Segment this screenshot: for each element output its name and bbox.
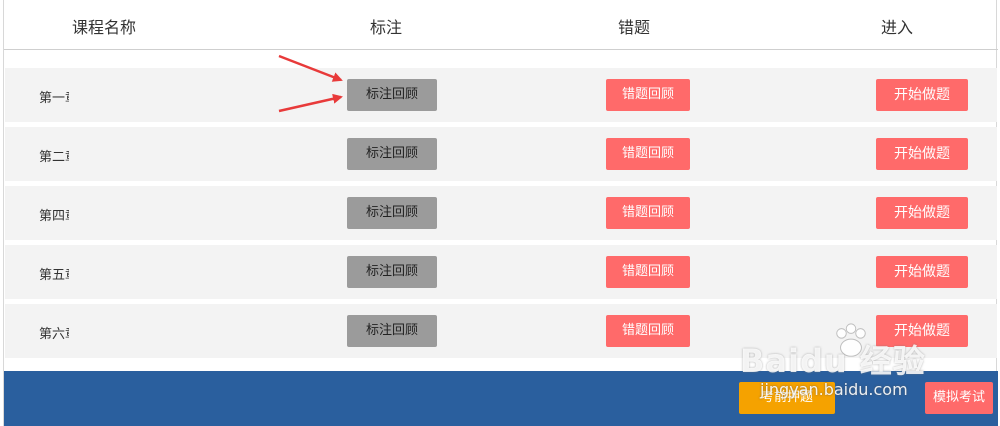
- start-practice-button[interactable]: 开始做题: [876, 256, 968, 288]
- footer-bar: 考前押题 模拟考试: [4, 371, 998, 426]
- start-practice-button[interactable]: 开始做题: [876, 138, 968, 170]
- start-practice-button[interactable]: 开始做题: [876, 315, 968, 347]
- course-title: 第四章: [39, 209, 69, 224]
- table-row: 第一章 标注回顾 错题回顾 开始做题: [5, 68, 997, 122]
- course-title: 第二章: [39, 150, 69, 165]
- mark-review-button[interactable]: 标注回顾: [347, 315, 437, 347]
- header-mark: 标注: [369, 18, 403, 37]
- error-review-button[interactable]: 错题回顾: [606, 256, 690, 288]
- start-practice-button[interactable]: 开始做题: [876, 197, 968, 229]
- header-course-name: 课程名称: [71, 18, 137, 37]
- table-row: 第五章 标注回顾 错题回顾 开始做题: [5, 245, 997, 299]
- table-header: 课程名称 标注 错题 进入: [4, 0, 998, 50]
- course-title: 第一章: [39, 91, 69, 106]
- start-practice-button[interactable]: 开始做题: [876, 79, 968, 111]
- error-review-button[interactable]: 错题回顾: [606, 315, 690, 347]
- mark-review-button[interactable]: 标注回顾: [347, 256, 437, 288]
- table-row: 第二章 标注回顾 错题回顾 开始做题: [5, 127, 997, 181]
- error-review-button[interactable]: 错题回顾: [606, 79, 690, 111]
- error-review-button[interactable]: 错题回顾: [606, 197, 690, 229]
- mock-exam-button[interactable]: 模拟考试: [925, 382, 993, 414]
- table-row: 第四章 标注回顾 错题回顾 开始做题: [5, 186, 997, 240]
- mark-review-button[interactable]: 标注回顾: [347, 79, 437, 111]
- mark-review-button[interactable]: 标注回顾: [347, 197, 437, 229]
- header-error: 错题: [617, 18, 651, 37]
- mark-review-button[interactable]: 标注回顾: [347, 138, 437, 170]
- course-title: 第六章: [39, 327, 69, 342]
- exam-tips-button[interactable]: 考前押题: [739, 382, 835, 414]
- course-title: 第五章: [39, 268, 69, 283]
- table-row: 第六章 标注回顾 错题回顾 开始做题: [5, 304, 997, 358]
- header-enter: 进入: [880, 18, 914, 37]
- course-table-panel: 课程名称 标注 错题 进入 第一章 标注回顾 错题回顾 开始做题 第二章 标注回…: [3, 0, 998, 426]
- error-review-button[interactable]: 错题回顾: [606, 138, 690, 170]
